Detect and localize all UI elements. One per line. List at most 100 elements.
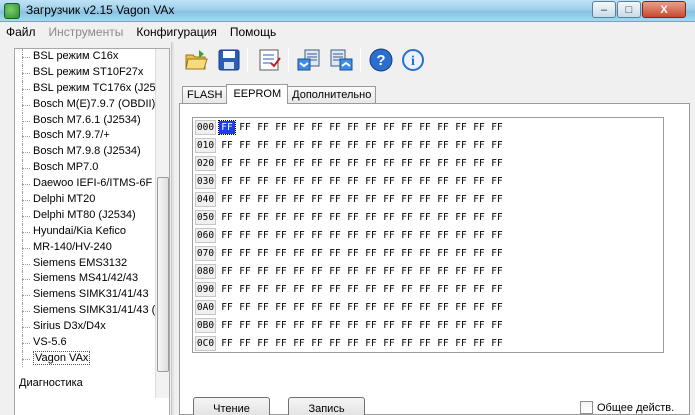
hex-cell[interactable]: FF xyxy=(489,121,505,134)
hex-cell[interactable]: FF xyxy=(453,121,469,134)
hex-cell[interactable]: FF xyxy=(435,265,451,278)
hex-cell[interactable]: FF xyxy=(237,229,253,242)
hex-cell[interactable]: FF xyxy=(327,157,343,170)
hex-cell[interactable]: FF xyxy=(237,157,253,170)
hex-cell[interactable]: FF xyxy=(309,193,325,206)
hex-cell[interactable]: FF xyxy=(291,301,307,314)
hex-cell[interactable]: FF xyxy=(453,265,469,278)
hex-cell[interactable]: FF xyxy=(399,211,415,224)
hex-cell[interactable]: FF xyxy=(363,337,379,350)
hex-cell[interactable]: FF xyxy=(489,175,505,188)
hex-cell[interactable]: FF xyxy=(399,283,415,296)
hex-cell[interactable]: FF xyxy=(363,211,379,224)
hex-cell[interactable]: FF xyxy=(345,319,361,332)
hex-cell[interactable]: FF xyxy=(471,247,487,260)
hex-cell[interactable]: FF xyxy=(381,247,397,260)
hex-cell[interactable]: FF xyxy=(381,157,397,170)
hex-cell[interactable]: FF xyxy=(255,319,271,332)
maximize-button[interactable]: □ xyxy=(617,1,641,18)
hex-cell[interactable]: FF xyxy=(417,319,433,332)
hex-cell[interactable]: FF xyxy=(291,319,307,332)
hex-cell[interactable]: FF xyxy=(291,139,307,152)
tree-item[interactable]: BSL режим C16x xyxy=(15,49,155,65)
hex-cell[interactable]: FF xyxy=(435,283,451,296)
hex-cell[interactable]: FF xyxy=(345,265,361,278)
hex-cell[interactable]: FF xyxy=(435,229,451,242)
hex-grid[interactable]: 000 FF FF FF FF FF FF FF FF FF FF FF FF FF FF FF FF 010 FF… xyxy=(192,117,664,353)
hex-cell[interactable]: FF xyxy=(381,121,397,134)
hex-cell[interactable]: FF xyxy=(327,265,343,278)
hex-cell[interactable]: FF xyxy=(453,283,469,296)
hex-cell[interactable]: FF xyxy=(417,211,433,224)
hex-cell[interactable]: FF xyxy=(255,283,271,296)
hex-cell[interactable]: FF xyxy=(291,211,307,224)
hex-cell[interactable]: FF xyxy=(489,247,505,260)
hex-cell[interactable]: FF xyxy=(435,211,451,224)
hex-cell[interactable]: FF xyxy=(255,301,271,314)
hex-cell[interactable]: FF xyxy=(435,247,451,260)
tree-item[interactable]: Bosch M7.6.1 (J2534) xyxy=(15,112,155,129)
tab-eeprom[interactable]: EEPROM xyxy=(226,84,289,104)
hex-cell[interactable]: FF xyxy=(255,247,271,260)
hex-cell[interactable]: FF xyxy=(453,175,469,188)
hex-cell[interactable]: FF xyxy=(435,319,451,332)
hex-cell[interactable]: FF xyxy=(345,193,361,206)
hex-cell[interactable]: FF xyxy=(255,157,271,170)
hex-cell[interactable]: FF xyxy=(273,139,289,152)
menu-tools[interactable]: Инструменты xyxy=(49,25,124,39)
hex-cell[interactable]: FF xyxy=(291,157,307,170)
tree-scrollbar[interactable] xyxy=(155,49,169,398)
tree-item[interactable]: Vagon VAx xyxy=(15,350,155,367)
hex-cell[interactable]: FF xyxy=(237,283,253,296)
hex-cell[interactable]: FF xyxy=(435,193,451,206)
help-icon[interactable]: ? xyxy=(368,47,394,73)
hex-cell[interactable]: FF xyxy=(471,301,487,314)
hex-cell[interactable]: FF xyxy=(237,247,253,260)
hex-cell[interactable]: FF xyxy=(345,247,361,260)
hex-cell[interactable]: FF xyxy=(219,157,235,170)
hex-cell[interactable]: FF xyxy=(273,337,289,350)
hex-cell[interactable]: FF xyxy=(219,175,235,188)
hex-cell[interactable]: FF xyxy=(399,193,415,206)
hex-cell[interactable]: FF xyxy=(453,157,469,170)
hex-cell[interactable]: FF xyxy=(435,157,451,170)
hex-cell[interactable]: FF xyxy=(453,301,469,314)
common-action-checkbox[interactable]: Общее действ. xyxy=(580,401,674,414)
hex-cell[interactable]: FF xyxy=(453,319,469,332)
hex-cell[interactable]: FF xyxy=(345,121,361,134)
save-disk-icon[interactable] xyxy=(216,47,242,73)
hex-cell[interactable]: FF xyxy=(435,175,451,188)
hex-cell[interactable]: FF xyxy=(489,211,505,224)
hex-cell[interactable]: FF xyxy=(309,337,325,350)
hex-cell[interactable]: FF xyxy=(435,301,451,314)
hex-cell[interactable]: FF xyxy=(417,121,433,134)
hex-cell[interactable]: FF xyxy=(291,265,307,278)
tree-item[interactable]: Siemens MS41/42/43 xyxy=(15,271,155,288)
hex-cell[interactable]: FF xyxy=(309,121,325,134)
hex-cell[interactable]: FF xyxy=(471,211,487,224)
hex-cell[interactable]: FF xyxy=(255,229,271,242)
hex-cell[interactable]: FF xyxy=(417,283,433,296)
hex-cell[interactable]: FF xyxy=(273,193,289,206)
hex-cell[interactable]: FF xyxy=(345,139,361,152)
write-module-icon[interactable] xyxy=(328,47,354,73)
hex-cell[interactable]: FF xyxy=(381,337,397,350)
tree-item[interactable]: Siemens SIMK31/41/43 ( xyxy=(15,303,155,320)
hex-cell[interactable]: FF xyxy=(471,139,487,152)
menu-help[interactable]: Помощь xyxy=(230,25,276,39)
hex-cell[interactable]: FF xyxy=(381,265,397,278)
hex-cell[interactable]: FF xyxy=(489,301,505,314)
hex-cell[interactable]: FF xyxy=(417,247,433,260)
hex-cell[interactable]: FF xyxy=(237,193,253,206)
hex-cell[interactable]: FF xyxy=(399,265,415,278)
hex-cell[interactable]: FF xyxy=(327,193,343,206)
hex-cell[interactable]: FF xyxy=(435,121,451,134)
hex-cell[interactable]: FF xyxy=(453,211,469,224)
hex-cell[interactable]: FF xyxy=(219,193,235,206)
hex-cell[interactable]: FF xyxy=(381,139,397,152)
tree-scroll-thumb[interactable] xyxy=(157,177,169,372)
hex-cell[interactable]: FF xyxy=(489,319,505,332)
open-folder-icon[interactable] xyxy=(184,47,210,73)
hex-cell[interactable]: FF xyxy=(273,175,289,188)
hex-cell[interactable]: FF xyxy=(453,337,469,350)
